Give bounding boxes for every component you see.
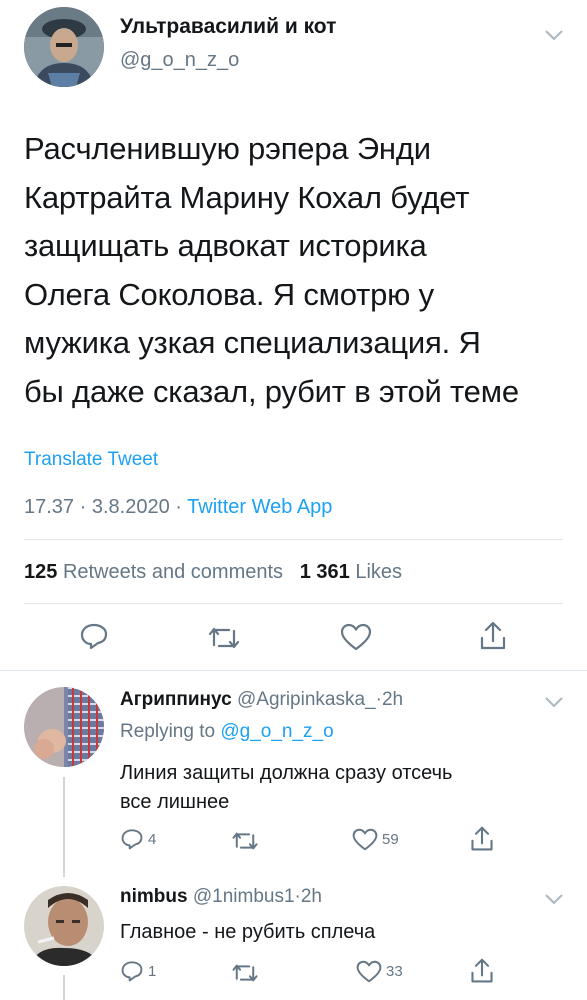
retweet-icon[interactable] xyxy=(231,962,259,984)
avatar[interactable] xyxy=(24,886,104,966)
divider xyxy=(24,539,563,540)
like-icon xyxy=(352,828,378,851)
likes-stat[interactable]: 1 361 Likes xyxy=(300,561,402,583)
replying-to: Replying to @g_o_n_z_o xyxy=(120,721,334,743)
retweets-stat[interactable]: 125 Retweets and comments xyxy=(24,561,289,583)
chevron-down-icon[interactable] xyxy=(544,695,564,709)
divider xyxy=(0,670,587,671)
tweet-text-line: бы даже сказал, рубит в этой теме xyxy=(24,373,519,409)
tweet-meta: 17.37 · 3.8.2020 · Twitter Web App xyxy=(24,496,332,519)
likes-label: Likes xyxy=(355,561,403,583)
reply-header: Агриппинус @Agripinkaska_·2h xyxy=(120,689,403,711)
like-action[interactable]: 59 xyxy=(352,828,399,851)
tweet-stats: 125 Retweets and comments 1 361 Likes xyxy=(24,561,402,584)
thread-line xyxy=(63,777,65,877)
like-count: 59 xyxy=(382,831,399,848)
retweet-icon[interactable] xyxy=(207,625,241,651)
separator: · xyxy=(79,496,87,518)
share-icon[interactable] xyxy=(469,825,495,853)
divider xyxy=(24,603,563,604)
like-action[interactable]: 33 xyxy=(356,960,403,983)
share-icon[interactable] xyxy=(478,620,508,652)
reply-text-line: Главное - не рубить сплеча xyxy=(120,921,376,943)
display-name[interactable]: Ультравасилий и кот xyxy=(120,15,336,39)
replying-to-label: Replying to xyxy=(120,721,216,742)
reply-time: 2h xyxy=(381,689,404,710)
tweet-text-line: Олега Соколова. Я смотрю у xyxy=(24,276,434,312)
tweet-text-line: Картрайта Марину Кохал будет xyxy=(24,179,470,215)
translate-tweet-link[interactable]: Translate Tweet xyxy=(24,449,158,471)
reply-count: 4 xyxy=(148,830,157,848)
tweet-text-line: Расчленившую рэпера Энди xyxy=(24,131,431,166)
reply-display-name[interactable]: nimbus xyxy=(120,886,188,907)
reply-icon xyxy=(120,828,144,850)
reply-time: 2h xyxy=(300,886,322,907)
reply-action[interactable]: 1 xyxy=(120,960,156,982)
avatar[interactable] xyxy=(24,687,104,767)
retweets-count: 125 xyxy=(24,561,58,583)
reply-icon xyxy=(120,960,144,982)
reply-text: Главное - не рубить сплеча xyxy=(120,918,375,947)
tweet-time: 17.37 xyxy=(24,496,75,518)
tweet-text-line: мужика узкая специализация. Я xyxy=(24,325,481,360)
share-icon[interactable] xyxy=(469,957,495,985)
like-count: 33 xyxy=(386,963,403,980)
reply-header: nimbus @1nimbus1·2h xyxy=(120,886,322,908)
tweet-date: 3.8.2020 xyxy=(91,496,170,518)
reply-handle[interactable]: @1nimbus1 xyxy=(193,886,295,907)
tweet-source-link[interactable]: Twitter Web App xyxy=(187,496,332,518)
chevron-down-icon[interactable] xyxy=(544,892,564,906)
tweet-text: Расчленившую рэпера Энди Картрайта Марин… xyxy=(24,125,519,416)
like-icon xyxy=(356,960,382,983)
avatar[interactable] xyxy=(24,7,104,87)
replying-to-handle[interactable]: @g_o_n_z_o xyxy=(220,721,333,742)
tweet-text-line: защищать адвокат историка xyxy=(24,228,427,263)
separator: · xyxy=(175,496,182,518)
reply-text-line: все лишнее xyxy=(120,791,230,813)
reply-count: 1 xyxy=(148,962,157,980)
retweet-icon[interactable] xyxy=(231,830,259,852)
likes-count: 1 361 xyxy=(299,561,350,583)
reply-handle[interactable]: @Agripinkaska_ xyxy=(237,689,376,710)
chevron-down-icon[interactable] xyxy=(544,28,564,42)
reply-text-line: Линия защиты должна сразу отсечь xyxy=(120,762,453,784)
reply-action[interactable]: 4 xyxy=(120,828,156,850)
like-icon[interactable] xyxy=(340,623,372,651)
reply-display-name[interactable]: Агриппинус xyxy=(120,689,232,710)
user-handle[interactable]: @g_o_n_z_o xyxy=(120,49,239,72)
thread-line xyxy=(63,975,65,1000)
reply-text: Линия защиты должна сразу отсечь все лиш… xyxy=(120,759,452,817)
reply-icon[interactable] xyxy=(79,622,109,650)
retweets-label: Retweets and comments xyxy=(62,561,284,583)
